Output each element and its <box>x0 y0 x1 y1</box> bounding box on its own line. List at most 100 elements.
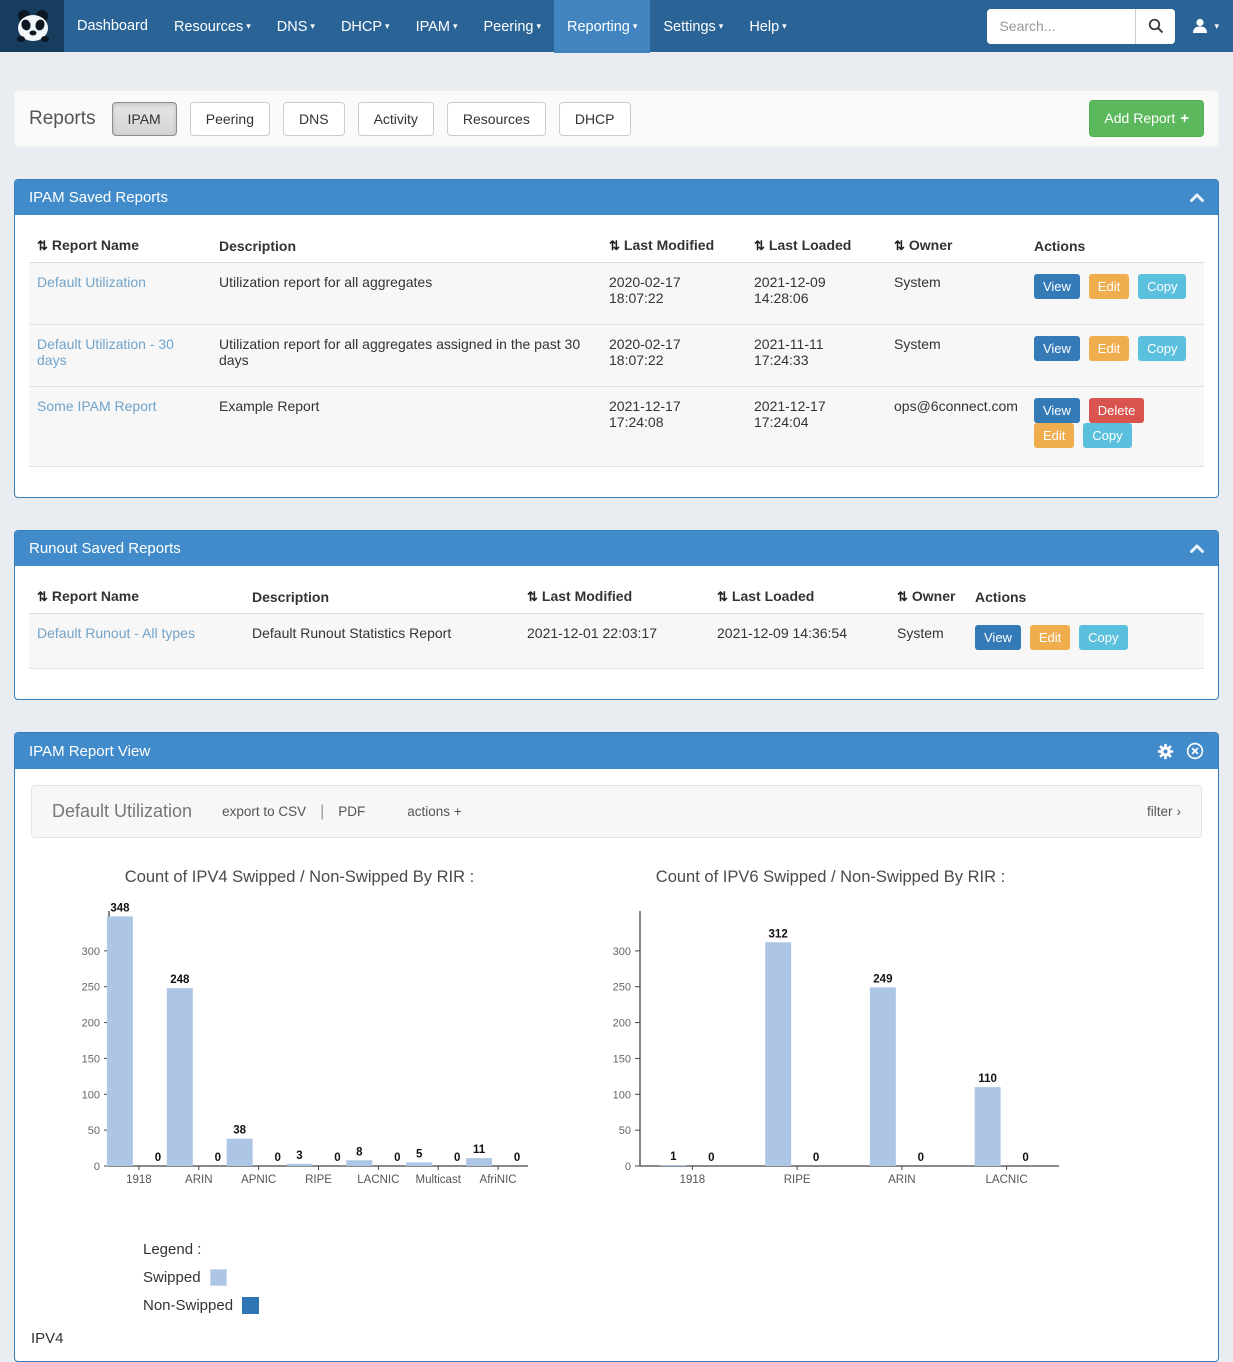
export-csv-link[interactable]: export to CSV <box>222 804 306 819</box>
search-input[interactable] <box>987 9 1135 44</box>
sort-icon[interactable]: ⇅ <box>609 238 620 253</box>
edit-button[interactable]: Edit <box>1089 274 1129 299</box>
report-last-loaded: 2021-12-17 17:24:04 <box>746 387 886 467</box>
report-last-modified: 2021-12-01 22:03:17 <box>519 614 709 669</box>
svg-text:312: 312 <box>769 928 788 940</box>
view-button[interactable]: View <box>1034 336 1080 361</box>
edit-button[interactable]: Edit <box>1034 423 1074 448</box>
nav-item-reporting[interactable]: Reporting▾ <box>554 0 650 53</box>
chevron-down-icon: ▾ <box>536 21 541 31</box>
report-link[interactable]: Default Runout - All types <box>37 625 195 641</box>
svg-text:250: 250 <box>613 982 631 994</box>
svg-text:LACNIC: LACNIC <box>986 1174 1028 1186</box>
nav-item-peering[interactable]: Peering▾ <box>470 0 554 53</box>
col-label: Report Name <box>52 237 139 253</box>
sort-icon[interactable]: ⇅ <box>717 589 728 604</box>
tab-dhcp[interactable]: DHCP <box>559 102 631 136</box>
svg-text:250: 250 <box>82 982 100 994</box>
tab-dns[interactable]: DNS <box>283 102 345 136</box>
nav-item-dns[interactable]: DNS▾ <box>264 0 328 53</box>
svg-text:ARIN: ARIN <box>185 1174 212 1186</box>
filter-toggle[interactable]: filter› <box>1147 804 1181 819</box>
nav-item-resources[interactable]: Resources▾ <box>161 0 264 53</box>
report-link[interactable]: Some IPAM Report <box>37 398 157 414</box>
page-title: Reports <box>29 108 96 130</box>
ipv4-bar-chart: 050100150200250300348019182480ARIN380APN… <box>57 897 542 1202</box>
report-last-loaded: 2021-11-11 17:24:33 <box>746 325 886 387</box>
ipv6-chart-block: Count of IPV6 Swipped / Non-Swipped By R… <box>588 868 1073 1207</box>
view-button[interactable]: View <box>1034 274 1080 299</box>
col-last-modified[interactable]: ⇅Last Modified <box>519 580 709 614</box>
panda-logo[interactable] <box>0 0 64 52</box>
col-owner[interactable]: ⇅ Owner <box>889 580 967 614</box>
col-last-loaded[interactable]: ⇅ Last Loaded <box>746 229 886 263</box>
svg-text:LACNIC: LACNIC <box>357 1174 399 1186</box>
sort-icon[interactable]: ⇅ <box>37 238 48 253</box>
chevron-down-icon: ▾ <box>782 21 787 31</box>
col-owner[interactable]: ⇅ Owner <box>886 229 1026 263</box>
nav-item-settings[interactable]: Settings▾ <box>650 0 736 53</box>
close-button[interactable] <box>1186 742 1204 760</box>
sort-icon[interactable]: ⇅ <box>894 238 905 253</box>
copy-button[interactable]: Copy <box>1138 274 1186 299</box>
svg-text:348: 348 <box>110 902 130 914</box>
user-menu[interactable]: ▾ <box>1191 17 1219 35</box>
reports-toolbar: Reports IPAM Peering DNS Activity Resour… <box>14 90 1219 147</box>
edit-button[interactable]: Edit <box>1030 625 1070 650</box>
view-button[interactable]: View <box>975 625 1021 650</box>
collapse-button[interactable] <box>1190 193 1204 202</box>
tab-ipam[interactable]: IPAM <box>112 102 177 136</box>
col-label: Owner <box>912 588 956 604</box>
col-last-modified[interactable]: ⇅Last Modified <box>601 229 746 263</box>
sort-icon[interactable]: ⇅ <box>754 238 765 253</box>
tab-resources[interactable]: Resources <box>447 102 546 136</box>
col-report-name[interactable]: ⇅ Report Name <box>29 580 244 614</box>
copy-button[interactable]: Copy <box>1079 625 1127 650</box>
col-label: Report Name <box>52 588 139 604</box>
edit-button[interactable]: Edit <box>1089 336 1129 361</box>
report-owner: ops@6connect.com <box>886 387 1026 467</box>
add-report-button[interactable]: Add Report+ <box>1089 100 1204 137</box>
sort-icon[interactable]: ⇅ <box>897 589 908 604</box>
report-owner: System <box>886 325 1026 387</box>
tab-activity[interactable]: Activity <box>358 102 434 136</box>
report-description: Utilization report for all aggregates as… <box>211 325 601 387</box>
svg-text:0: 0 <box>625 1161 631 1173</box>
ipam-panel-header: IPAM Saved Reports <box>15 180 1218 215</box>
sort-icon[interactable]: ⇅ <box>527 589 538 604</box>
nav-item-dashboard[interactable]: Dashboard <box>64 0 161 52</box>
svg-text:100: 100 <box>82 1089 100 1101</box>
col-label: Last Loaded <box>769 237 851 253</box>
report-link[interactable]: Default Utilization - 30 days <box>37 336 174 368</box>
search-button[interactable] <box>1135 9 1175 44</box>
svg-text:50: 50 <box>619 1125 631 1137</box>
report-last-modified: 2020-02-17 18:07:22 <box>601 325 746 387</box>
copy-button[interactable]: Copy <box>1083 423 1131 448</box>
settings-button[interactable] <box>1157 743 1174 760</box>
copy-button[interactable]: Copy <box>1138 336 1186 361</box>
view-button[interactable]: View <box>1034 398 1080 423</box>
collapse-button[interactable] <box>1190 544 1204 553</box>
svg-text:0: 0 <box>454 1152 460 1164</box>
nav-label: Resources <box>174 19 243 35</box>
report-link[interactable]: Default Utilization <box>37 274 146 290</box>
export-pdf-link[interactable]: PDF <box>338 804 365 819</box>
sort-icon[interactable]: ⇅ <box>37 589 48 604</box>
col-description: Description <box>244 580 519 614</box>
col-label: Owner <box>909 237 953 253</box>
svg-text:0: 0 <box>1022 1152 1028 1164</box>
nav-item-ipam[interactable]: IPAM▾ <box>403 0 471 53</box>
search-group <box>987 9 1175 44</box>
tab-peering[interactable]: Peering <box>190 102 270 136</box>
nav-item-help[interactable]: Help▾ <box>736 0 799 53</box>
nav-label: DNS <box>277 19 308 35</box>
delete-button[interactable]: Delete <box>1089 398 1145 423</box>
nav-item-dhcp[interactable]: DHCP▾ <box>328 0 403 53</box>
report-actions: View Edit Copy <box>1026 263 1204 325</box>
panda-logo-icon <box>12 6 52 46</box>
actions-menu[interactable]: actions + <box>407 804 461 819</box>
col-last-loaded[interactable]: ⇅Last Loaded <box>709 580 889 614</box>
col-report-name[interactable]: ⇅ Report Name <box>29 229 211 263</box>
svg-text:APNIC: APNIC <box>241 1174 276 1186</box>
ipam-saved-reports-panel: IPAM Saved Reports ⇅Report Name Descript… <box>14 179 1219 498</box>
